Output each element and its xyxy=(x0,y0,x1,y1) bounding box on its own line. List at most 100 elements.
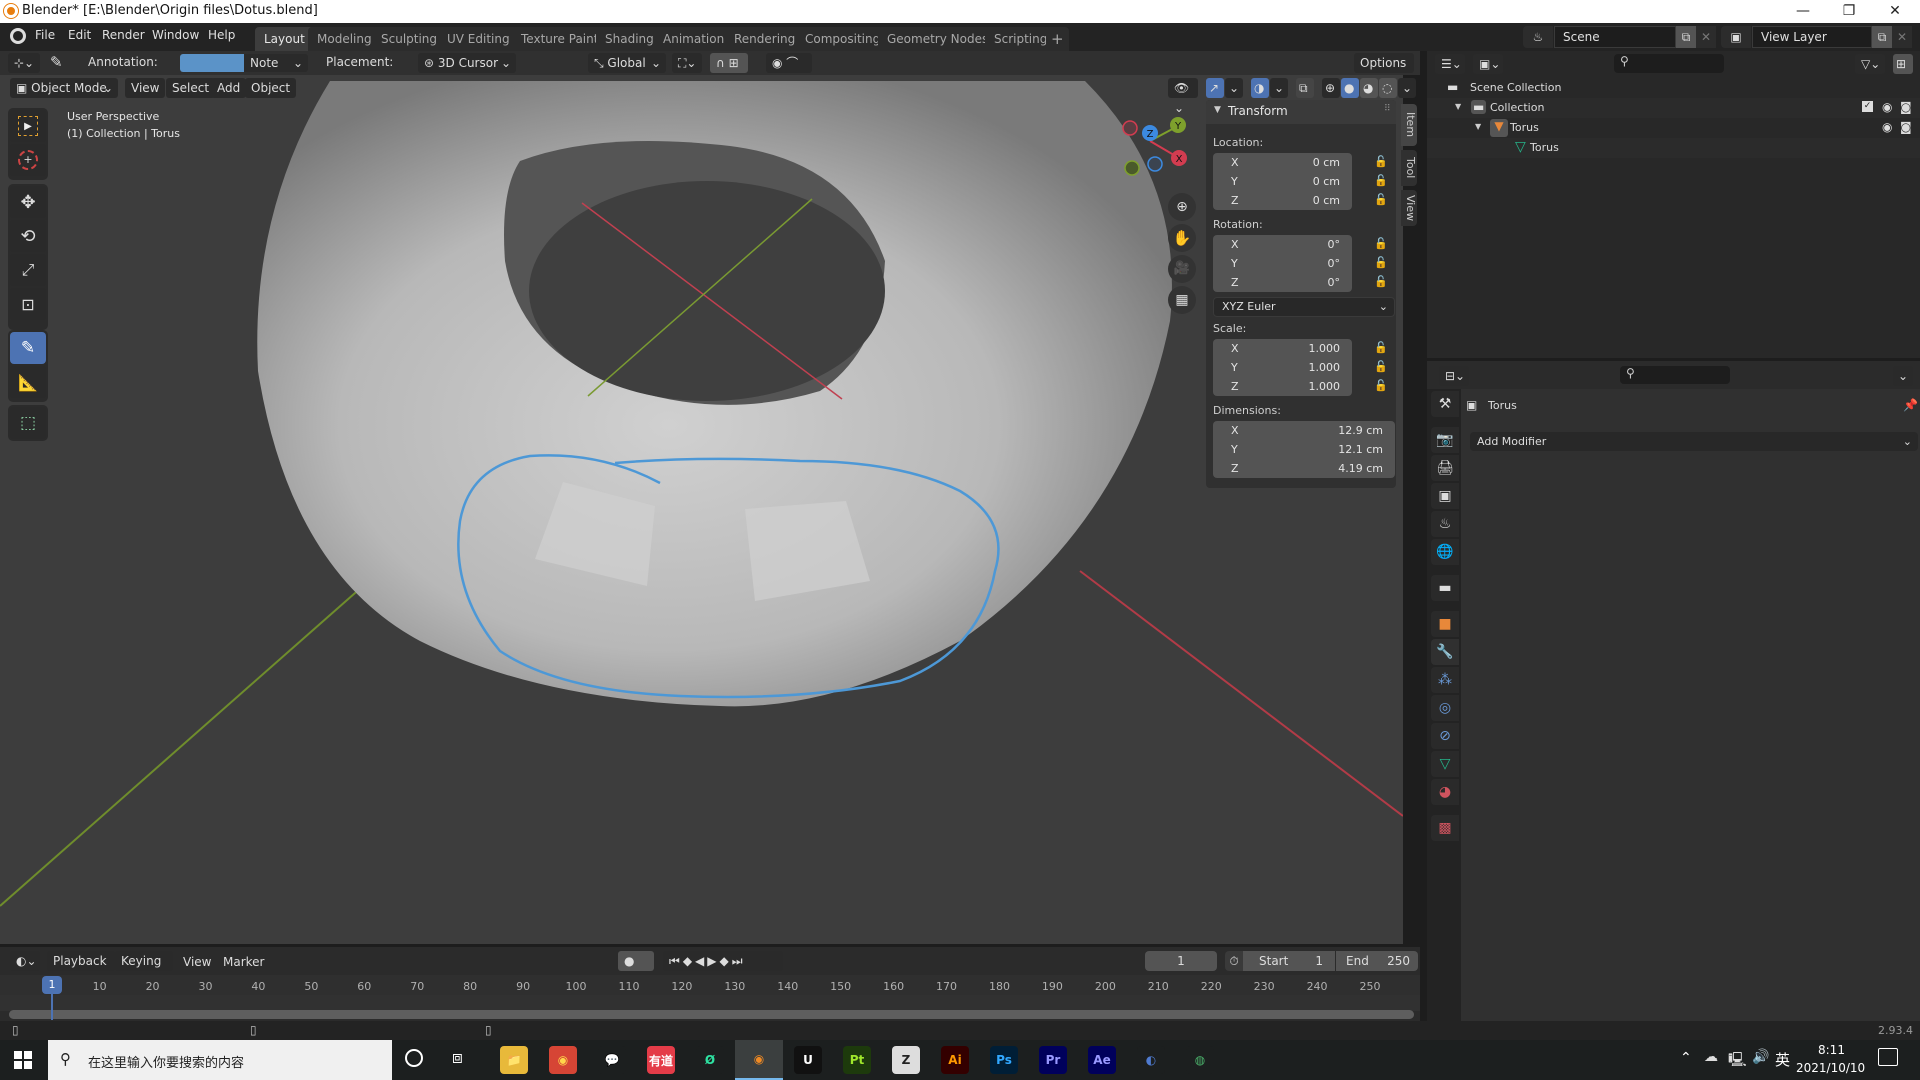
dimensions-x-field[interactable]: X 12.9 cm xyxy=(1213,421,1395,440)
modifier-properties-tab[interactable]: 🔧 xyxy=(1431,639,1459,665)
dimensions-y-field[interactable]: Y 12.1 cm xyxy=(1213,440,1395,459)
taskbar-app-wechat[interactable]: 💬 xyxy=(598,1046,626,1074)
tab-animation[interactable]: Animation xyxy=(654,27,734,51)
scale-x-field[interactable]: X 1.000 xyxy=(1213,339,1352,358)
menu-view[interactable]: View xyxy=(125,78,166,98)
tab-shading[interactable]: Shading xyxy=(596,27,663,51)
object-properties-tab[interactable]: ■ xyxy=(1431,611,1459,637)
properties-search-input[interactable]: ⚲ xyxy=(1620,366,1730,384)
scene-icon[interactable]: ♨ xyxy=(1523,26,1553,48)
measure-tool[interactable]: 📐 xyxy=(10,366,46,398)
close-button[interactable]: ✕ xyxy=(1872,0,1918,23)
rotation-mode-dropdown[interactable]: XYZ Euler ⌄ xyxy=(1213,297,1395,317)
new-scene-icon[interactable]: ⧉ xyxy=(1676,26,1696,48)
tab-sculpting[interactable]: Sculpting xyxy=(372,27,447,51)
minimize-button[interactable]: — xyxy=(1780,0,1826,23)
lock-rotation-x-icon[interactable]: 🔓 xyxy=(1374,237,1388,251)
lock-location-z-icon[interactable]: 🔓 xyxy=(1374,193,1388,207)
lock-scale-x-icon[interactable]: 🔓 xyxy=(1374,341,1388,355)
keyframe-area[interactable] xyxy=(0,995,1420,1011)
menu-render[interactable]: Render xyxy=(102,28,145,42)
editor-type-button[interactable]: ⊹⌄ xyxy=(8,53,41,73)
taskbar-app-substance-painter[interactable]: Pt xyxy=(843,1046,871,1074)
timeline-scrollbar[interactable] xyxy=(9,1010,1414,1019)
physics-properties-tab[interactable]: ◎ xyxy=(1431,695,1459,721)
outliner-row[interactable]: ▼ ▬ Collection ✓ ◉ ◙ xyxy=(1427,98,1920,118)
taskbar-app-cinema4d[interactable]: ◐ xyxy=(1137,1046,1165,1074)
view-layer-properties-tab[interactable]: ▣ xyxy=(1431,483,1459,509)
shading-wireframe[interactable]: ⊕ xyxy=(1322,78,1340,98)
add-cube-tool[interactable]: ⬚ xyxy=(10,407,46,439)
visibility-dropdown[interactable]: 👁⌄ xyxy=(1168,78,1198,115)
overlay-dropdown[interactable]: ⌄ xyxy=(1270,78,1288,98)
sidebar-tab-tool[interactable]: Tool xyxy=(1401,150,1417,186)
timeline-marker-menu[interactable]: Marker xyxy=(223,955,264,969)
lock-scale-y-icon[interactable]: 🔓 xyxy=(1374,360,1388,374)
mode-dropdown[interactable]: ▣ Object Mode ⌄ xyxy=(10,78,118,98)
taskbar-app-after-effects[interactable]: Ae xyxy=(1088,1046,1116,1074)
shading-material[interactable]: ◕ xyxy=(1360,78,1378,98)
scene-field[interactable]: Scene xyxy=(1554,26,1676,48)
annotate-tool[interactable]: ✎ xyxy=(10,332,46,364)
pan-view-icon[interactable]: ✋ xyxy=(1168,224,1196,252)
visibility-eye-icon[interactable]: ◉ xyxy=(1882,120,1892,134)
gizmo-dropdown[interactable]: ⌄ xyxy=(1225,78,1243,98)
material-properties-tab[interactable]: ◕ xyxy=(1431,779,1459,805)
volume-icon[interactable]: 🔊 xyxy=(1752,1049,1769,1065)
data-properties-tab[interactable]: ▽ xyxy=(1431,751,1459,777)
taskbar-app-illustrator[interactable]: Ai xyxy=(941,1046,969,1074)
windows-start-button[interactable] xyxy=(14,1051,32,1069)
tab-compositing[interactable]: Compositing xyxy=(796,27,890,51)
properties-editor-type[interactable]: ⊟⌄ xyxy=(1439,366,1469,386)
play-reverse-button[interactable]: ◀ xyxy=(695,954,707,968)
cortana-icon[interactable] xyxy=(405,1049,423,1067)
gizmo-toggle[interactable]: ↗ xyxy=(1206,78,1224,98)
particle-properties-tab[interactable]: ⁂ xyxy=(1431,667,1459,693)
camera-view-icon[interactable]: 🎥 xyxy=(1168,255,1196,283)
shading-rendered[interactable]: ◌ xyxy=(1379,78,1397,98)
auto-keying-toggle[interactable]: ● ⌄ xyxy=(618,951,654,988)
expand-arrow-icon[interactable]: ▼ xyxy=(1475,122,1481,131)
next-keyframe-button[interactable]: ◆ xyxy=(720,954,732,968)
end-frame-field[interactable]: End 250 xyxy=(1336,951,1418,971)
menu-file[interactable]: File xyxy=(35,28,55,42)
tool-properties-tab[interactable]: ⚒ xyxy=(1431,391,1459,417)
playback-menu[interactable]: Playback ⌄ xyxy=(47,951,115,988)
expand-arrow-icon[interactable]: ▼ xyxy=(1455,102,1461,111)
lock-location-y-icon[interactable]: 🔓 xyxy=(1374,174,1388,188)
taskbar-app-blender[interactable]: ◉ xyxy=(735,1040,783,1080)
transform-tool[interactable]: ⊡ xyxy=(10,288,46,320)
add-modifier-dropdown[interactable]: Add Modifier ⌄ xyxy=(1470,432,1918,451)
tab-texture-paint[interactable]: Texture Paint xyxy=(512,27,608,51)
delete-view-layer-icon[interactable]: ✕ xyxy=(1892,26,1912,48)
menu-object[interactable]: Object xyxy=(245,78,297,98)
shading-dropdown[interactable]: ⌄ xyxy=(1398,78,1416,98)
timeline-view-menu[interactable]: View xyxy=(183,955,211,969)
outliner-row[interactable]: ▬ Scene Collection xyxy=(1427,78,1920,98)
menu-edit[interactable]: Edit xyxy=(68,28,91,42)
constraint-properties-tab[interactable]: ⊘ xyxy=(1431,723,1459,749)
tab-layout[interactable]: Layout xyxy=(255,27,314,51)
maximize-button[interactable]: ❐ xyxy=(1826,0,1872,23)
network-icon[interactable]: 🖳 xyxy=(1728,1049,1747,1073)
visibility-eye-icon[interactable]: ◉ xyxy=(1882,100,1892,114)
jump-start-button[interactable]: ⏮ xyxy=(669,954,683,968)
overlay-toggle[interactable]: ◑ xyxy=(1251,78,1269,98)
outliner-display-mode[interactable]: ☰⌄ xyxy=(1435,54,1465,74)
lock-rotation-y-icon[interactable]: 🔓 xyxy=(1374,256,1388,270)
scale-y-field[interactable]: Y 1.000 xyxy=(1213,358,1352,377)
location-y-field[interactable]: Y0 cm xyxy=(1213,172,1352,191)
dimensions-z-field[interactable]: Z 4.19 cm xyxy=(1213,459,1395,478)
taskbar-app-app-green[interactable]: Ø xyxy=(696,1046,724,1074)
pin-icon[interactable]: 📌 xyxy=(1903,398,1918,412)
world-properties-tab[interactable]: 🌐 xyxy=(1431,539,1459,565)
scale-tool[interactable]: ⤢ xyxy=(10,254,46,286)
new-view-layer-icon[interactable]: ⧉ xyxy=(1872,26,1892,48)
outliner-row[interactable]: ▼ ▼ Torus ◉ ◙ xyxy=(1427,118,1920,138)
taskbar-app-app-globe[interactable]: ◍ xyxy=(1186,1046,1214,1074)
taskbar-app-zbrush[interactable]: Z xyxy=(892,1046,920,1074)
start-frame-field[interactable]: Start 1 xyxy=(1243,951,1335,971)
lock-scale-z-icon[interactable]: 🔓 xyxy=(1374,379,1388,393)
collection-properties-tab[interactable]: ▬ xyxy=(1431,575,1459,601)
shading-solid[interactable]: ● xyxy=(1341,78,1359,98)
